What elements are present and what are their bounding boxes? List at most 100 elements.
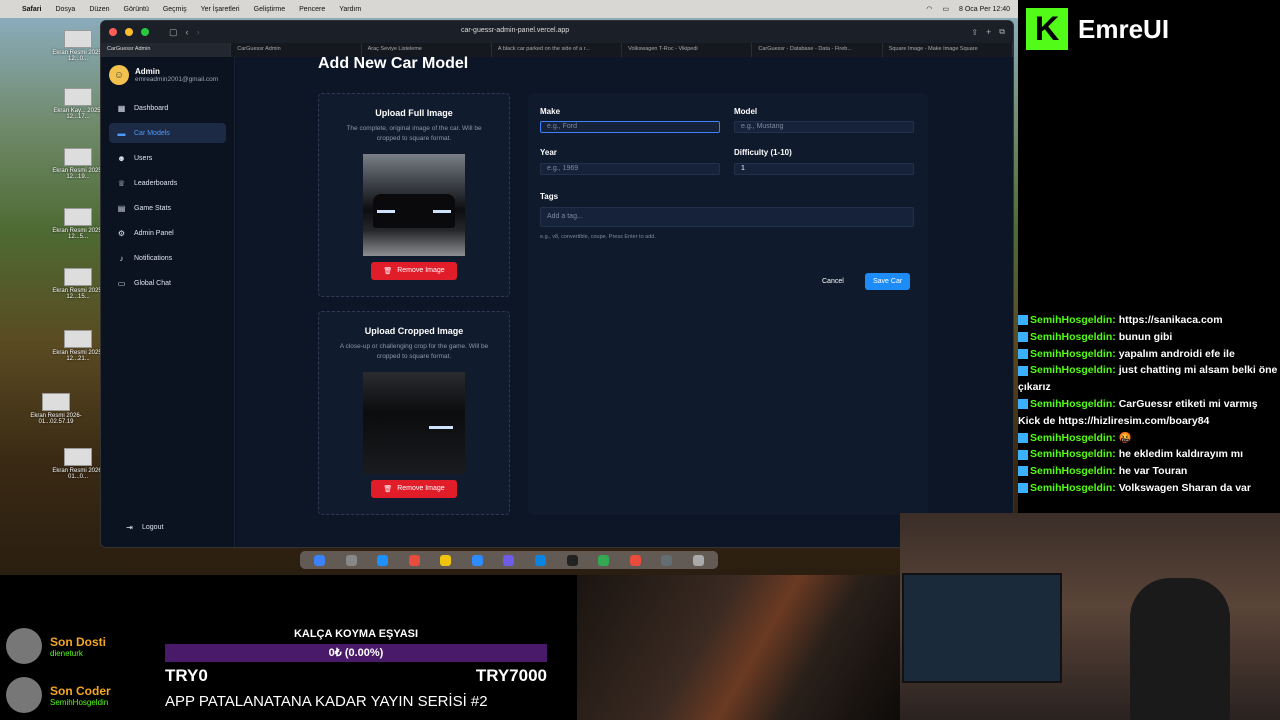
desktop-file[interactable]: Ekran Resmi 2025-12...5... xyxy=(48,208,108,240)
chat-message: SemihHosgeldin: Volkswagen Sharan da var xyxy=(1018,480,1280,497)
sidebar-item-global-chat[interactable]: ▭ Global Chat xyxy=(109,273,226,293)
tags-input[interactable]: Add a tag... xyxy=(540,207,914,227)
file-thumbnail xyxy=(64,268,92,286)
menu-item-goruntu[interactable]: Görüntü xyxy=(124,6,149,13)
sidebar-item-label: Notifications xyxy=(134,254,173,262)
tab-vw-troc[interactable]: Volkswagen T-Roc - Vikipedi xyxy=(622,43,753,57)
upload-cropped-image-card[interactable]: Upload Cropped Image A close-up or chall… xyxy=(318,311,510,515)
desktop-file[interactable]: Ekran Resmi 2026-01...02.57.19 xyxy=(26,393,86,425)
chat-username: SemihHosgeldin: xyxy=(1030,314,1116,326)
minimize-window-button[interactable] xyxy=(125,28,133,36)
wifi-icon[interactable]: ◠ xyxy=(926,5,932,13)
launchpad-icon[interactable] xyxy=(345,554,357,566)
address-bar[interactable]: car-guessr-admin-panel.vercel.app xyxy=(461,27,569,34)
tab-overview-icon[interactable]: ⧉ xyxy=(999,27,1005,37)
model-input[interactable]: e.g., Mustang xyxy=(734,121,914,133)
tab-square-image[interactable]: Square Image - Make Image Square xyxy=(883,43,1013,57)
sidebar-item-game-stats[interactable]: ▤ Game Stats xyxy=(109,198,226,218)
sub-badge-icon xyxy=(1018,348,1028,359)
app-store-icon[interactable] xyxy=(471,554,483,566)
sub-badge-icon xyxy=(1018,399,1028,410)
last-follower-title: Son Dosti xyxy=(50,634,106,649)
logout-button[interactable]: ⇥ Logout xyxy=(117,517,171,537)
close-window-button[interactable] xyxy=(109,28,117,36)
desktop-file[interactable]: Ekran Resmi 2025-12...21... xyxy=(48,330,108,362)
sidebar-item-dashboard[interactable]: ▦ Dashboard xyxy=(109,98,226,118)
settings-icon[interactable] xyxy=(661,554,673,566)
new-tab-icon[interactable]: + xyxy=(986,27,991,37)
sidebar-item-admin-panel[interactable]: ⚙ Admin Panel xyxy=(109,223,226,243)
remove-full-image-button[interactable]: 🗑 Remove Image xyxy=(371,261,457,280)
discord-icon[interactable] xyxy=(503,554,515,566)
chat-username: SemihHosgeldin: xyxy=(1030,397,1116,410)
users-icon: ☻ xyxy=(117,153,126,163)
upload-full-image-card[interactable]: Upload Full Image The complete, original… xyxy=(318,93,510,297)
sidebar-toggle-icon[interactable]: ▢ xyxy=(169,27,178,38)
clock[interactable]: 8 Oca Per 12:40 xyxy=(959,6,1010,13)
sub-badge-icon xyxy=(1018,483,1028,494)
menu-item-dosya[interactable]: Dosya xyxy=(55,6,75,13)
battery-icon[interactable]: ▭ xyxy=(942,5,949,13)
avatar xyxy=(6,628,42,664)
desktop-file-label: Ekran Resmi 2025-12...0... xyxy=(52,50,104,62)
forward-icon[interactable]: › xyxy=(197,27,200,37)
remove-cropped-image-button[interactable]: 🗑 Remove Image xyxy=(371,479,457,498)
tab-firebase[interactable]: CarGuessr - Database - Data - Fireb... xyxy=(752,43,883,57)
save-car-button[interactable]: Save Car xyxy=(865,273,911,290)
desktop-file[interactable]: Ekran Resmi 2025-12...15... xyxy=(48,268,108,300)
kick-logo-icon: K xyxy=(1026,8,1068,50)
zoom-window-button[interactable] xyxy=(141,28,149,36)
back-icon[interactable]: ‹ xyxy=(186,27,189,37)
tab-carguessr-admin[interactable]: CarGuessr Admin xyxy=(101,43,232,57)
menu-item-duzen[interactable]: Düzen xyxy=(89,6,109,13)
logout-label: Logout xyxy=(142,523,164,531)
chat-username: SemihHosgeldin: xyxy=(1030,347,1116,360)
opera-icon[interactable] xyxy=(629,554,641,566)
menu-item-gelistirme[interactable]: Geliştirme xyxy=(254,6,286,13)
menu-item-gecmis[interactable]: Geçmiş xyxy=(163,6,187,13)
menu-app-name[interactable]: Safari xyxy=(22,6,41,13)
chat-username: SemihHosgeldin: xyxy=(1030,364,1116,377)
desktop: Safari Dosya Düzen Görüntü Geçmiş Yer İş… xyxy=(0,0,1018,575)
chrome-icon[interactable] xyxy=(598,554,610,566)
year-label: Year xyxy=(540,148,557,157)
goal-title: KALÇA KOYMA EŞYASI xyxy=(293,628,419,640)
mail-icon[interactable] xyxy=(408,554,420,566)
terminal-icon[interactable] xyxy=(566,554,578,566)
desktop-file-label: Ekran Resmi 2025-12...15... xyxy=(52,288,104,300)
desktop-file[interactable]: Ekran Resmi 2026-01...0... xyxy=(48,448,108,480)
goal-max: TRY7000 xyxy=(475,666,547,685)
menu-item-yardim[interactable]: Yardım xyxy=(339,6,361,13)
last-coder-title: Son Coder xyxy=(50,683,111,698)
notes-icon[interactable] xyxy=(440,554,452,566)
file-thumbnail xyxy=(64,148,92,166)
avatar xyxy=(6,677,42,713)
safari-icon[interactable] xyxy=(377,554,389,566)
tab-black-car[interactable]: A black car parked on the side of a r... xyxy=(492,43,623,57)
make-input[interactable]: e.g., Ford xyxy=(540,121,720,133)
finder-icon[interactable] xyxy=(314,554,326,566)
sidebar-item-leaderboards[interactable]: ♕ Leaderboards xyxy=(109,173,226,193)
sidebar-item-car-models[interactable]: ▬ Car Models xyxy=(109,123,226,143)
webcam-streamer xyxy=(1130,578,1230,720)
difficulty-input[interactable]: 1 xyxy=(734,163,914,175)
desktop-file[interactable]: Ekran Resmi 2025-12...19... xyxy=(48,148,108,180)
chat-username: SemihHosgeldin: xyxy=(1030,330,1116,343)
trash-bin-icon[interactable] xyxy=(692,554,704,566)
cancel-button[interactable]: Cancel xyxy=(814,273,852,290)
desktop-file[interactable]: Ekran Resmi 2025-12...0... xyxy=(48,30,108,62)
sidebar-item-label: Dashboard xyxy=(134,104,169,112)
sidebar-item-notifications[interactable]: ♪ Notifications xyxy=(109,248,226,268)
logout-icon: ⇥ xyxy=(126,522,133,532)
vscode-icon[interactable] xyxy=(534,554,546,566)
sidebar-item-users[interactable]: ☻ Users xyxy=(109,148,226,168)
share-icon[interactable]: ⇪ xyxy=(971,28,978,37)
browser-window: ▢ ‹ › car-guessr-admin-panel.vercel.app … xyxy=(100,20,1014,548)
sidebar-item-label: Game Stats xyxy=(134,204,171,212)
menu-item-yer-isaretleri[interactable]: Yer İşaretleri xyxy=(201,6,240,13)
menu-item-pencere[interactable]: Pencere xyxy=(299,6,325,13)
full-image-preview xyxy=(363,153,465,256)
chat-message: SemihHosgeldin: bunun gibi xyxy=(1018,329,1280,346)
year-input[interactable]: e.g., 1969 xyxy=(540,163,720,175)
desktop-file[interactable]: Ekran Kay... 2025-12...17... xyxy=(48,88,108,120)
